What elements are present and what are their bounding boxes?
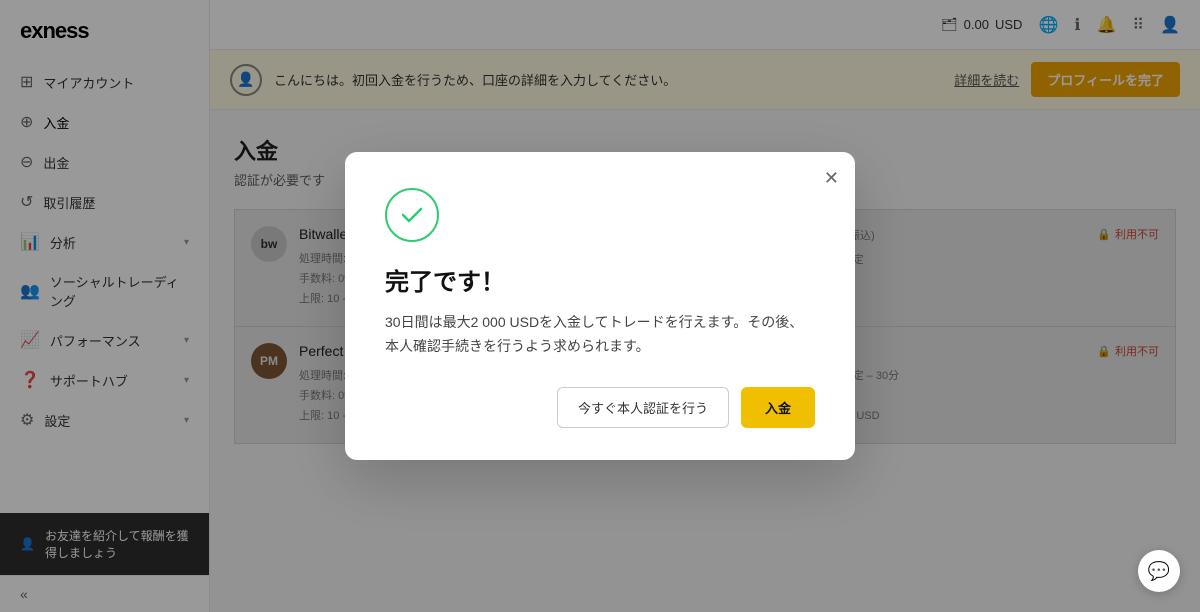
modal-actions: 今すぐ本人認証を行う 入金 [385,387,815,428]
modal-title: 完了です！ [385,262,815,297]
deposit-button[interactable]: 入金 [741,387,815,428]
success-check-icon [385,188,439,242]
modal-overlay: ✕ 完了です！ 30日間は最大2 000 USDを入金してトレードを行えます。そ… [0,0,1200,612]
verify-now-button[interactable]: 今すぐ本人認証を行う [557,387,729,428]
modal-body: 30日間は最大2 000 USDを入金してトレードを行えます。その後、本人確認手… [385,311,815,359]
completion-modal: ✕ 完了です！ 30日間は最大2 000 USDを入金してトレードを行えます。そ… [345,152,855,460]
chat-support-button[interactable]: 💬 [1138,550,1180,592]
chat-icon: 💬 [1148,561,1170,582]
checkmark-svg [398,201,426,229]
modal-close-button[interactable]: ✕ [824,168,839,189]
